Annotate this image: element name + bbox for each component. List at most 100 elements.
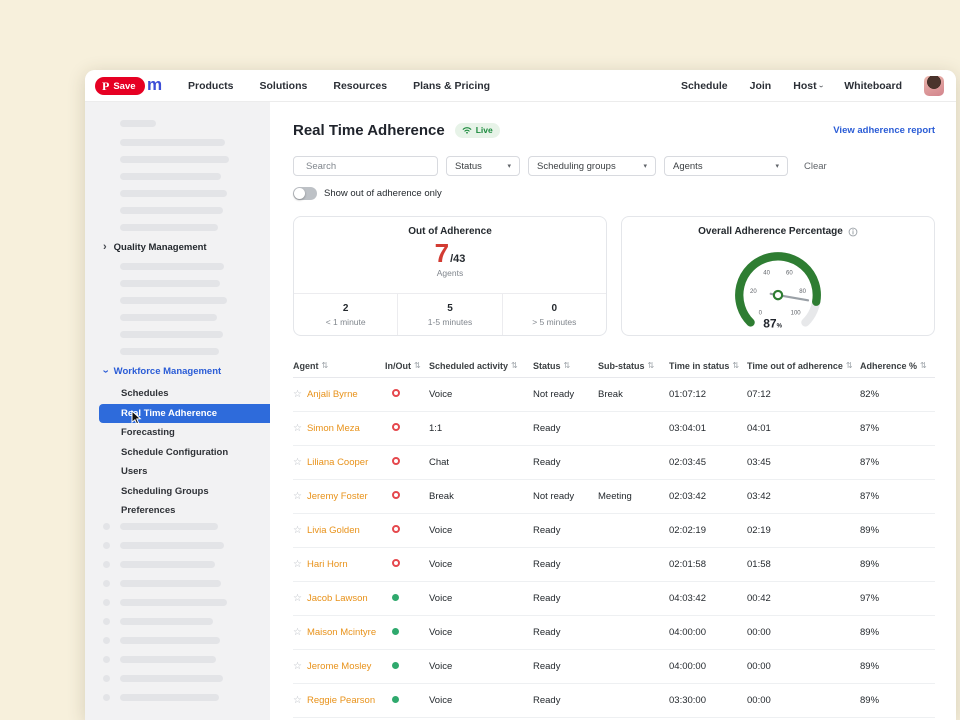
sort-icon[interactable]: ⇅ [511,361,518,370]
sidebar-item-quality-management[interactable]: › Quality Management [85,241,270,254]
clear-filters-button[interactable]: Clear [804,161,827,172]
agents-dropdown[interactable]: Agents▾ [664,156,788,176]
inout-cell [385,389,429,400]
nav-item-resources[interactable]: Resources [333,80,387,92]
sort-icon[interactable]: ⇅ [322,361,329,370]
sidebar-item-forecasting[interactable]: Forecasting [85,423,270,443]
star-icon[interactable]: ☆ [293,661,302,672]
agent-link[interactable]: Anjali Byrne [307,389,358,400]
agent-link[interactable]: Hari Horn [307,559,348,570]
sidebar-item-preferences[interactable]: Preferences [85,501,270,521]
sidebar-item-schedule-configuration[interactable]: Schedule Configuration [85,443,270,463]
sidebar-item-users[interactable]: Users [85,462,270,482]
sort-icon[interactable]: ⇅ [732,361,739,370]
svg-text:100: 100 [791,311,802,317]
agent-link[interactable]: Liliana Cooper [307,457,368,468]
nav-item-whiteboard[interactable]: Whiteboard [844,80,902,92]
sort-icon[interactable]: ⇅ [414,361,421,370]
main-content: Real Time Adherence Live View adherence … [270,102,956,720]
status-cell: Ready [533,457,598,468]
search-input[interactable] [306,161,438,172]
column-in-out[interactable]: In/Out⇅ [385,361,429,371]
agent-link[interactable]: Jeremy Foster [307,491,368,502]
star-icon[interactable]: ☆ [293,559,302,570]
sidebar-item-real-time-adherence[interactable]: Real Time Adherence [99,404,270,424]
adherence-cell: 89% [860,627,935,638]
chevron-right-icon: › [103,242,107,253]
sidebar-item-scheduling-groups[interactable]: Scheduling Groups [85,482,270,502]
skeleton-row [120,263,270,270]
star-icon[interactable]: ☆ [293,389,302,400]
column-time-out-of-adherence[interactable]: Time out of adherence⇅ [747,361,860,371]
sort-icon[interactable]: ⇅ [920,361,927,370]
column-adherence-pct[interactable]: Adherence %⇅ [860,361,935,371]
app-logo[interactable]: m [147,75,162,95]
view-adherence-report-link[interactable]: View adherence report [833,125,935,136]
star-icon[interactable]: ☆ [293,593,302,604]
inout-cell [385,695,429,706]
adherence-cell: 89% [860,559,935,570]
skeleton-row [120,190,270,197]
skeleton-row [120,314,270,321]
app-window: P Save m Products Solutions Resources Pl… [85,70,956,720]
scheduled-activity-cell: Voice [429,593,533,604]
nav-item-schedule[interactable]: Schedule [681,80,728,92]
agent-link[interactable]: Jerome Mosley [307,661,371,672]
sort-icon[interactable]: ⇅ [846,361,853,370]
nav-item-plans-pricing[interactable]: Plans & Pricing [413,80,490,92]
column-sub-status[interactable]: Sub-status⇅ [598,361,669,371]
agent-link[interactable]: Jacob Lawson [307,593,368,604]
nav-item-products[interactable]: Products [188,80,234,92]
inout-cell [385,627,429,638]
search-box[interactable] [293,156,438,176]
nav-item-join[interactable]: Join [750,80,772,92]
column-time-in-status[interactable]: Time in status⇅ [669,361,747,371]
agent-link[interactable]: Maison Mcintyre [307,627,376,638]
skeleton-row [120,297,270,304]
agent-link[interactable]: Reggie Pearson [307,695,375,706]
column-agent[interactable]: Agent⇅ [293,361,385,371]
column-status[interactable]: Status⇅ [533,361,598,371]
sidebar-item-schedules[interactable]: Schedules [85,384,270,404]
star-icon[interactable]: ☆ [293,627,302,638]
pinterest-save-button[interactable]: P Save [95,77,145,95]
sub-status-cell: Break [598,389,669,400]
page-title: Real Time Adherence [293,122,445,139]
inout-cell [385,491,429,502]
skeleton-group-bottom [85,523,270,701]
star-icon[interactable]: ☆ [293,457,302,468]
nav-item-solutions[interactable]: Solutions [260,80,308,92]
scheduling-groups-dropdown[interactable]: Scheduling groups▾ [528,156,656,176]
star-icon[interactable]: ☆ [293,695,302,706]
star-icon[interactable]: ☆ [293,491,302,502]
table-row: ☆Hari HornVoiceReady02:01:5801:5889% [293,548,935,582]
time-out-cell: 04:01 [747,423,860,434]
nav-item-host[interactable]: Host› [793,80,822,92]
agent-link[interactable]: Simon Meza [307,423,360,434]
svg-text:80: 80 [799,289,806,295]
star-icon[interactable]: ☆ [293,423,302,434]
user-avatar[interactable] [924,76,944,96]
top-navbar: P Save m Products Solutions Resources Pl… [85,70,956,102]
skeleton-row [120,348,270,355]
sort-icon[interactable]: ⇅ [564,361,571,370]
adherence-gauge: 02040608010087% [698,236,858,332]
sidebar-item-workforce-management[interactable]: › Workforce Management [85,365,270,378]
agent-cell: ☆ Maison Mcintyre [293,627,385,638]
skeleton-row [120,331,270,338]
table-row: ☆Anjali ByrneVoiceNot readyBreak01:07:12… [293,378,935,412]
status-dropdown[interactable]: Status▾ [446,156,520,176]
table-row: ☆Reggie PearsonVoiceReady03:30:0000:0089… [293,684,935,718]
agent-link[interactable]: Livia Golden [307,525,360,536]
skeleton-group-top [85,139,270,231]
out-of-adherence-toggle[interactable] [293,187,317,200]
agent-cell: ☆ Jeremy Foster [293,491,385,502]
info-icon[interactable] [848,227,858,237]
time-in-status-cell: 02:03:45 [669,457,747,468]
filter-bar: Status▾ Scheduling groups▾ Agents▾ Clear [293,156,935,176]
sort-icon[interactable]: ⇅ [648,361,655,370]
star-icon[interactable]: ☆ [293,525,302,536]
time-out-cell: 00:00 [747,627,860,638]
column-scheduled-activity[interactable]: Scheduled activity⇅ [429,361,533,371]
time-in-status-cell: 02:03:42 [669,491,747,502]
